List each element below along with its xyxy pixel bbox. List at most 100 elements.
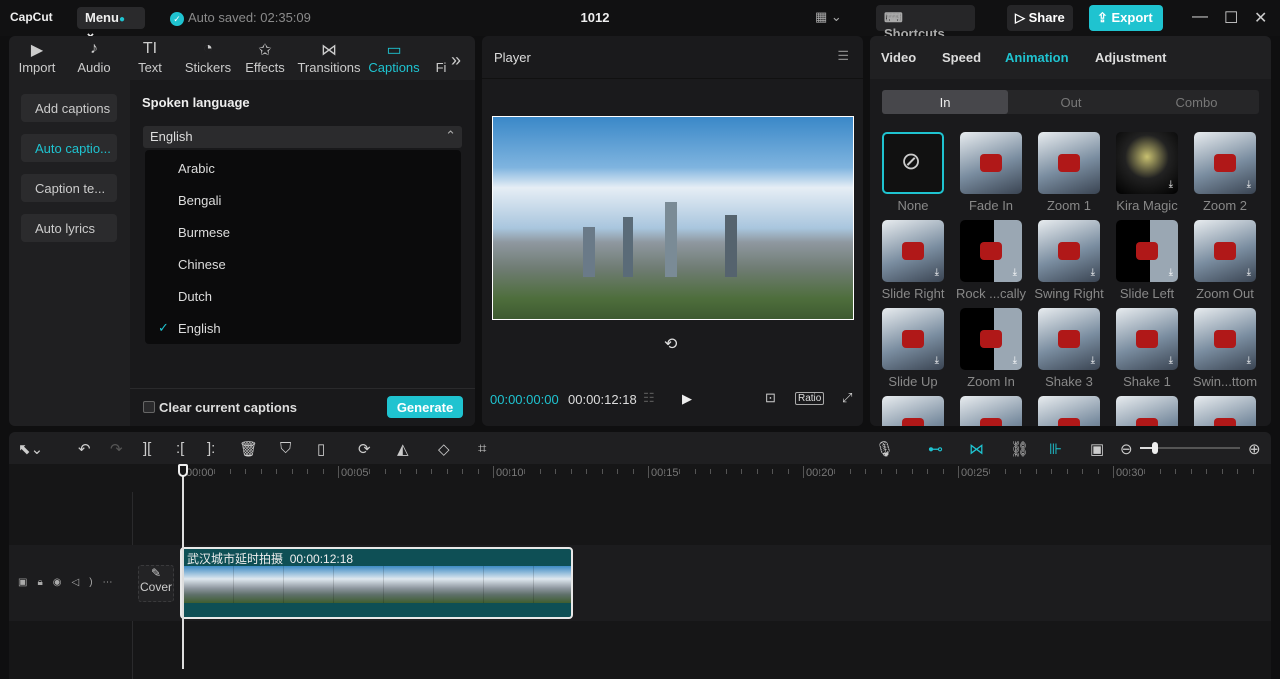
tab-audio[interactable]: ♪ Audio bbox=[73, 40, 115, 75]
close-icon[interactable]: ✕ bbox=[1254, 8, 1267, 28]
track-video-icon[interactable]: ▣ bbox=[18, 577, 37, 588]
more-tabs-icon[interactable]: » bbox=[451, 50, 461, 71]
language-option-selected[interactable]: English bbox=[178, 321, 221, 336]
video-clip[interactable]: 武汉城市延时拍摄 00:00:12:18 bbox=[180, 547, 573, 619]
tab-adjustment[interactable]: Adjustment bbox=[1095, 50, 1167, 65]
split-icon[interactable]: ][ bbox=[143, 440, 151, 457]
animation-option[interactable]: ⤓ bbox=[882, 308, 944, 370]
preview-axis-icon[interactable]: ⊪ bbox=[1049, 440, 1062, 458]
sidebar-item-auto-lyrics[interactable]: Auto lyrics bbox=[21, 214, 117, 242]
rotate-icon[interactable]: ◇ bbox=[438, 440, 450, 458]
maximize-icon[interactable]: ☐ bbox=[1224, 8, 1238, 28]
microphone-icon[interactable]: 🎙 bbox=[875, 440, 894, 458]
animation-option[interactable] bbox=[1038, 396, 1100, 426]
tab-stickers[interactable]: ◔ Stickers bbox=[184, 40, 232, 75]
animation-option[interactable]: ⤓ bbox=[1194, 308, 1256, 370]
animation-option[interactable] bbox=[1038, 132, 1100, 194]
minimize-icon[interactable]: — bbox=[1192, 8, 1208, 26]
zoom-in-icon[interactable]: ⊕ bbox=[1248, 440, 1261, 458]
animation-option[interactable] bbox=[1194, 396, 1256, 426]
ruler-tick bbox=[725, 469, 727, 474]
crop-icon[interactable]: ⌗ bbox=[478, 440, 486, 457]
zoom-slider-handle[interactable] bbox=[1152, 442, 1158, 454]
zoom-out-icon[interactable]: ⊖ bbox=[1120, 440, 1133, 458]
select-tool-icon[interactable]: ⬉⌄ bbox=[18, 440, 43, 458]
reset-icon[interactable]: ⟲ bbox=[664, 334, 677, 354]
subtab-combo[interactable]: Combo bbox=[1134, 90, 1259, 114]
tab-captions[interactable]: ▭ Captions bbox=[367, 40, 421, 75]
animation-option[interactable]: ⤓ bbox=[1116, 308, 1178, 370]
animation-option[interactable]: ⤓ bbox=[882, 220, 944, 282]
generate-button[interactable]: Generate bbox=[387, 396, 463, 418]
tab-video[interactable]: Video bbox=[881, 50, 916, 65]
layout-icon[interactable]: ▦ ⌄ bbox=[815, 9, 842, 25]
clear-captions-checkbox[interactable] bbox=[143, 401, 155, 413]
zoom-slider[interactable] bbox=[1140, 442, 1240, 454]
eye-icon[interactable]: ◉ bbox=[53, 577, 72, 588]
animation-option[interactable]: ⤓ bbox=[960, 220, 1022, 282]
video-preview[interactable] bbox=[492, 116, 854, 320]
animation-option[interactable]: ⤓ bbox=[1038, 308, 1100, 370]
animation-option[interactable]: ⤓ bbox=[1116, 220, 1178, 282]
language-option[interactable]: Bengali bbox=[178, 193, 221, 208]
lock-icon[interactable]: 🔒︎ bbox=[37, 577, 52, 588]
tab-effects[interactable]: ✩ Effects bbox=[245, 40, 285, 75]
timecode-grid-icon[interactable]: ☷ bbox=[643, 390, 655, 406]
animation-option[interactable] bbox=[1116, 396, 1178, 426]
fullscreen-icon[interactable]: ⤢ bbox=[842, 390, 852, 406]
subtab-out[interactable]: Out bbox=[1008, 90, 1134, 114]
cover-button[interactable]: ✎ Cover bbox=[138, 565, 174, 602]
ratio-button[interactable]: Ratio bbox=[795, 392, 825, 405]
tab-filters[interactable]: Fi bbox=[434, 40, 448, 75]
undo-icon[interactable]: ↶ bbox=[78, 440, 91, 458]
animation-option[interactable] bbox=[882, 396, 944, 426]
thumbnail-icon[interactable]: ▣ bbox=[1090, 440, 1104, 458]
share-button[interactable]: ▷ Share bbox=[1007, 5, 1073, 31]
language-select[interactable]: English ⌃ bbox=[143, 126, 462, 148]
language-option[interactable]: Burmese bbox=[178, 225, 230, 240]
auto-snap-icon[interactable]: ⋈ bbox=[969, 440, 984, 458]
language-option[interactable]: Dutch bbox=[178, 289, 212, 304]
marker-icon[interactable]: ⛉ bbox=[280, 440, 291, 457]
menu-button[interactable]: Menu● ⌄ bbox=[77, 7, 145, 40]
split-left-icon[interactable]: :[ bbox=[176, 440, 184, 457]
tab-animation[interactable]: Animation bbox=[1005, 50, 1069, 65]
ruler-label: 00:10 bbox=[496, 467, 524, 479]
link-icon[interactable]: ⛓ bbox=[1010, 440, 1029, 458]
split-right-icon[interactable]: ]: bbox=[207, 440, 215, 457]
fit-icon[interactable]: ⊡ bbox=[765, 390, 776, 406]
playhead[interactable] bbox=[182, 466, 184, 669]
language-option[interactable]: Chinese bbox=[178, 257, 226, 272]
animation-option[interactable] bbox=[960, 132, 1022, 194]
tab-speed[interactable]: Speed bbox=[942, 50, 981, 65]
shortcuts-button[interactable]: ⌨ Shortcuts bbox=[876, 5, 975, 41]
tab-text[interactable]: TI Text bbox=[135, 40, 165, 75]
sidebar-item-auto-captions[interactable]: Auto captio... bbox=[21, 134, 117, 162]
freeze-icon[interactable]: ▯ bbox=[317, 440, 325, 458]
animation-option[interactable]: ⤓ bbox=[1038, 220, 1100, 282]
play-icon[interactable]: ▶ bbox=[682, 391, 692, 407]
subtab-in[interactable]: In bbox=[882, 90, 1008, 114]
animation-option[interactable]: ⤓ bbox=[1194, 132, 1256, 194]
playhead-handle[interactable] bbox=[178, 464, 188, 477]
more-icon[interactable]: ⋯ bbox=[103, 577, 123, 588]
building bbox=[725, 215, 737, 277]
magnet-icon[interactable]: ⊷ bbox=[928, 440, 943, 458]
tab-transitions[interactable]: ⋈ Transitions bbox=[297, 40, 361, 75]
reverse-icon[interactable]: ⟳ bbox=[358, 440, 371, 458]
export-button[interactable]: ⇪ Export bbox=[1089, 5, 1163, 31]
audio-mute-icon[interactable]: ◁) bbox=[72, 577, 103, 588]
animation-none[interactable]: ⊘ bbox=[882, 132, 944, 194]
player-menu-icon[interactable]: ☰ bbox=[837, 48, 849, 64]
tab-import[interactable]: ▶ Import bbox=[15, 40, 59, 75]
mirror-icon[interactable]: ◭ bbox=[397, 440, 409, 458]
animation-option[interactable]: ⤓ bbox=[960, 308, 1022, 370]
redo-icon[interactable]: ↷ bbox=[110, 440, 123, 458]
animation-option[interactable]: ⤓ bbox=[1194, 220, 1256, 282]
sidebar-item-caption-templates[interactable]: Caption te... bbox=[21, 174, 117, 202]
delete-icon[interactable]: 🗑 bbox=[239, 440, 258, 458]
sidebar-item-add-captions[interactable]: Add captions bbox=[21, 94, 117, 122]
language-option[interactable]: Arabic bbox=[178, 161, 215, 176]
animation-option[interactable] bbox=[960, 396, 1022, 426]
animation-option[interactable]: ⤓ bbox=[1116, 132, 1178, 194]
